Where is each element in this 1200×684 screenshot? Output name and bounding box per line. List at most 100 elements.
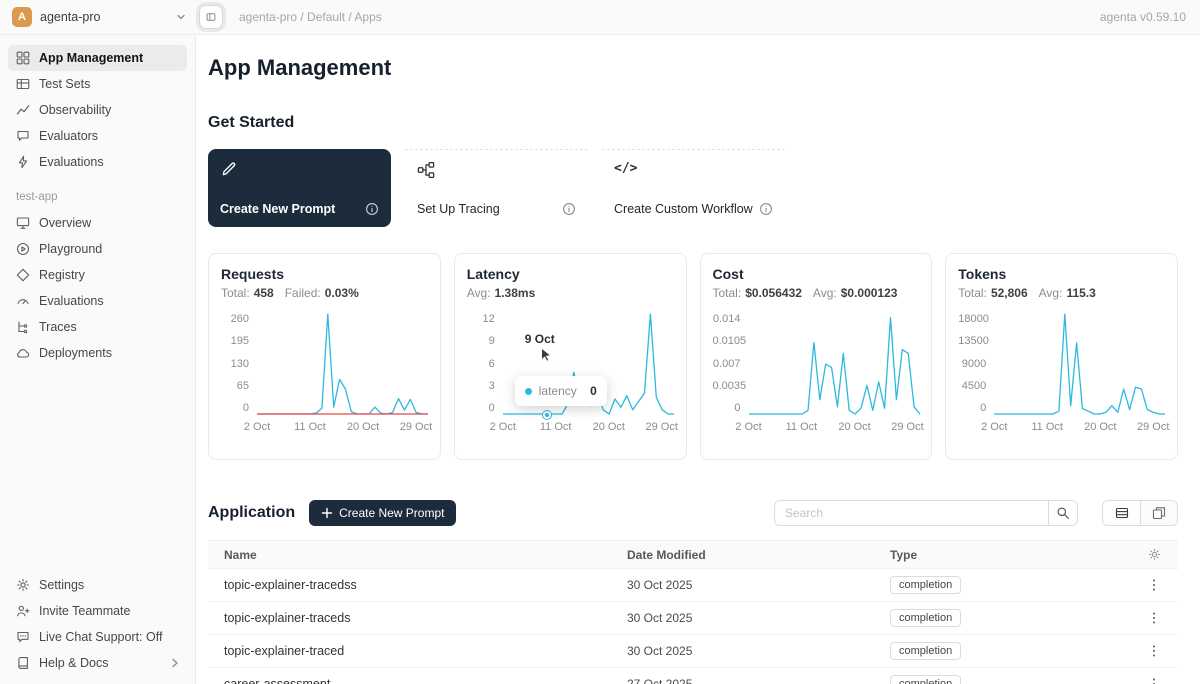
date-modified: 30 Oct 2025 — [611, 644, 874, 658]
type-badge: completion — [890, 609, 961, 627]
sidebar-item-live-chat-support[interactable]: Live Chat Support: Off — [8, 624, 187, 650]
card-view-button[interactable] — [1140, 501, 1177, 525]
x-axis-labels: 2 Oct11 Oct20 Oct29 Oct — [749, 421, 920, 435]
sidebar-item-help-docs[interactable]: Help & Docs — [8, 650, 187, 676]
sidebar-item-label: Playground — [39, 242, 102, 256]
search-button[interactable] — [1048, 500, 1078, 526]
sidebar-item-deployments[interactable]: Deployments — [8, 340, 187, 366]
breadcrumb[interactable]: agenta-pro / Default / Apps — [239, 10, 382, 24]
sidebar-item-label: Deployments — [39, 346, 112, 360]
table-view-button[interactable] — [1103, 501, 1140, 525]
info-icon[interactable] — [365, 202, 379, 216]
series-dot — [525, 388, 532, 395]
app-name: topic-explainer-traced — [208, 644, 611, 658]
application-controls — [774, 500, 1178, 526]
get-started-heading: Get Started — [208, 114, 1178, 132]
sidebar-item-app-evaluations[interactable]: Evaluations — [8, 288, 187, 314]
row-menu-icon[interactable] — [1146, 675, 1162, 684]
sidebar-item-label: Evaluators — [39, 129, 98, 143]
column-settings-icon[interactable] — [1148, 548, 1161, 561]
row-menu-icon[interactable] — [1146, 642, 1162, 660]
x-axis-labels: 2 Oct11 Oct20 Oct29 Oct — [503, 421, 674, 435]
y-axis-labels: 260195130650 — [221, 314, 257, 414]
chevron-right-icon — [171, 658, 179, 668]
table-row[interactable]: topic-explainer-traced 30 Oct 2025 compl… — [208, 635, 1178, 668]
metrics-charts: Requests Total:458 Failed:0.03% 26019513… — [208, 253, 1178, 460]
code-icon: </> — [614, 161, 773, 176]
top-bar: A agenta-pro agenta-pro / Default / Apps… — [0, 0, 1200, 35]
gear-icon — [16, 578, 30, 592]
info-icon[interactable] — [759, 202, 773, 216]
sidebar-item-label: Traces — [39, 320, 77, 334]
sidebar-item-registry[interactable]: Registry — [8, 262, 187, 288]
sidebar-item-label: Invite Teammate — [39, 604, 130, 618]
cloud-icon — [16, 346, 30, 360]
table-view-icon — [1115, 506, 1129, 520]
application-heading: Application — [208, 504, 295, 522]
sidebar-item-settings[interactable]: Settings — [8, 572, 187, 598]
create-new-prompt-card[interactable]: Create New Prompt — [208, 149, 391, 227]
applications-table: Name Date Modified Type topic-explainer-… — [208, 540, 1178, 684]
sidebar-toggle-button[interactable] — [199, 5, 223, 29]
create-new-prompt-button[interactable]: Create New Prompt — [309, 500, 456, 526]
set-up-tracing-card[interactable]: Set Up Tracing — [405, 149, 588, 227]
app-type: completion — [874, 675, 1130, 684]
sidebar-item-label: Observability — [39, 103, 111, 117]
sidebar-item-invite-teammate[interactable]: Invite Teammate — [8, 598, 187, 624]
chart-stats: Avg:1.38ms — [467, 286, 674, 300]
column-header-type[interactable]: Type — [874, 548, 1130, 562]
sidebar-item-app-management[interactable]: App Management — [8, 45, 187, 71]
tooltip-date: 9 Oct — [525, 332, 555, 346]
app-name: topic-explainer-tracedss — [208, 578, 611, 592]
card-label: Set Up Tracing — [417, 202, 500, 216]
table-row[interactable]: career-assessment 27 Oct 2025 completion — [208, 668, 1178, 684]
tooltip-value: 0 — [590, 384, 597, 398]
app-version: agenta v0.59.10 — [1100, 10, 1186, 24]
app-type: completion — [874, 576, 1130, 594]
requests-chart-card: Requests Total:458 Failed:0.03% 26019513… — [208, 253, 441, 460]
workspace-selector[interactable]: A agenta-pro — [0, 7, 196, 27]
workspace-avatar: A — [12, 7, 32, 27]
info-icon[interactable] — [562, 202, 576, 216]
date-modified: 30 Oct 2025 — [611, 611, 874, 625]
table-header: Name Date Modified Type — [208, 540, 1178, 569]
column-header-date-modified[interactable]: Date Modified — [611, 548, 874, 562]
table-row[interactable]: topic-explainer-tracedss 30 Oct 2025 com… — [208, 569, 1178, 602]
search-group — [774, 500, 1078, 526]
sidebar-item-label: App Management — [39, 51, 143, 65]
type-badge: completion — [890, 675, 961, 684]
app-name: topic-explainer-traceds — [208, 611, 611, 625]
chat-bubble-icon — [16, 129, 30, 143]
chevron-down-icon — [176, 12, 186, 22]
type-badge: completion — [890, 642, 961, 660]
column-header-name[interactable]: Name — [208, 548, 611, 562]
app-type: completion — [874, 642, 1130, 660]
card-view-icon — [1152, 506, 1166, 520]
date-modified: 27 Oct 2025 — [611, 677, 874, 684]
sidebar-item-label: Settings — [39, 578, 84, 592]
tracing-icon — [417, 161, 435, 179]
sidebar-item-label: Live Chat Support: Off — [39, 630, 162, 644]
user-plus-icon — [16, 604, 30, 618]
table-row[interactable]: topic-explainer-traceds 30 Oct 2025 comp… — [208, 602, 1178, 635]
row-menu-icon[interactable] — [1146, 609, 1162, 627]
sidebar-item-traces[interactable]: Traces — [8, 314, 187, 340]
chart-stats: Total:458 Failed:0.03% — [221, 286, 428, 300]
search-input[interactable] — [774, 500, 1048, 526]
sidebar-item-test-sets[interactable]: Test Sets — [8, 71, 187, 97]
sidebar-item-evaluations[interactable]: Evaluations — [8, 149, 187, 175]
sidebar-item-overview[interactable]: Overview — [8, 210, 187, 236]
row-menu-icon[interactable] — [1146, 576, 1162, 594]
sidebar-item-evaluators[interactable]: Evaluators — [8, 123, 187, 149]
sidebar-item-observability[interactable]: Observability — [8, 97, 187, 123]
date-modified: 30 Oct 2025 — [611, 578, 874, 592]
cost-line-chart — [749, 314, 920, 414]
chart-title: Cost — [713, 266, 920, 282]
x-axis-labels: 2 Oct11 Oct20 Oct29 Oct — [994, 421, 1165, 435]
table-icon — [16, 77, 30, 91]
main-content: App Management Get Started Create New Pr… — [197, 36, 1200, 684]
create-custom-workflow-card[interactable]: </> Create Custom Workflow — [602, 149, 785, 227]
sidebar-item-playground[interactable]: Playground — [8, 236, 187, 262]
grid-icon — [16, 51, 30, 65]
sidebar: App Management Test Sets Observability E… — [0, 35, 196, 684]
